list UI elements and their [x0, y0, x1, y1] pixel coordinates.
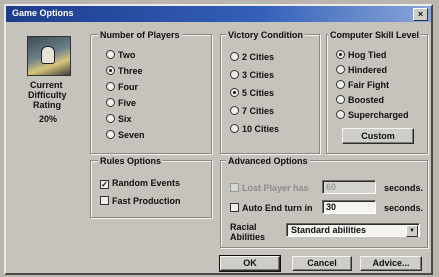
racial-abilities-selected-value: Standard abilities — [291, 225, 367, 235]
radio-indicator — [106, 50, 115, 59]
radio-label: 10 Cities — [242, 124, 280, 134]
radio-label: Hog Tied — [348, 50, 387, 60]
radio-indicator — [230, 106, 239, 115]
radio-indicator — [230, 124, 239, 133]
auto-end-seconds-input[interactable]: 30 — [322, 200, 376, 214]
radio-indicator — [230, 70, 239, 79]
checkbox-box — [230, 183, 239, 192]
radio-indicator — [230, 52, 239, 61]
radio-label: 7 Cities — [242, 106, 275, 116]
radio-players-five[interactable]: Five — [106, 98, 136, 108]
victory-group-label: Victory Condition — [226, 30, 305, 40]
racial-abilities-label-line1: Racial — [230, 222, 257, 232]
radio-players-six[interactable]: Six — [106, 114, 132, 124]
difficulty-portrait-image — [27, 36, 71, 76]
radio-label: Three — [118, 66, 143, 76]
radio-indicator — [336, 50, 345, 59]
radio-indicator — [106, 82, 115, 91]
checkbox-box — [100, 196, 109, 205]
radio-skill-supercharged[interactable]: Supercharged — [336, 110, 409, 120]
difficulty-label-difficulty: Difficulty — [28, 90, 67, 100]
radio-indicator — [336, 80, 345, 89]
auto-end-seconds-label: seconds. — [384, 203, 424, 213]
radio-indicator — [106, 98, 115, 107]
players-group-label: Number of Players — [98, 30, 182, 40]
game-options-dialog: Game Options × Current Difficulty Rating… — [4, 4, 433, 275]
radio-label: 3 Cities — [242, 70, 275, 80]
radio-label: Seven — [118, 130, 145, 140]
radio-label: 2 Cities — [242, 52, 275, 62]
checkbox-label: Lost Player has — [242, 183, 309, 193]
radio-indicator — [336, 65, 345, 74]
radio-label: Six — [118, 114, 132, 124]
radio-indicator — [106, 66, 115, 75]
advanced-group-label: Advanced Options — [226, 156, 310, 166]
radio-players-seven[interactable]: Seven — [106, 130, 145, 140]
radio-label: Supercharged — [348, 110, 409, 120]
lost-player-seconds-input[interactable]: 60 — [322, 180, 376, 194]
rules-group-label: Rules Options — [98, 156, 164, 166]
radio-indicator — [230, 88, 239, 97]
radio-label: Four — [118, 82, 138, 92]
difficulty-label-rating: Rating — [33, 100, 61, 110]
radio-label: Boosted — [348, 95, 384, 105]
radio-indicator — [106, 130, 115, 139]
checkbox-auto-end-turn[interactable]: Auto End turn in — [230, 203, 312, 213]
checkbox-lost-player[interactable]: Lost Player has — [230, 183, 309, 193]
radio-indicator — [106, 114, 115, 123]
radio-skill-hog-tied[interactable]: Hog Tied — [336, 50, 386, 60]
advice-button[interactable]: Advice... — [360, 256, 422, 271]
cancel-button[interactable]: Cancel — [292, 256, 352, 271]
radio-label: Two — [118, 50, 136, 60]
radio-skill-boosted[interactable]: Boosted — [336, 95, 384, 105]
close-button[interactable]: × — [413, 8, 428, 21]
radio-players-four[interactable]: Four — [106, 82, 138, 92]
checkbox-label: Fast Production — [112, 196, 181, 206]
radio-label: Five — [118, 98, 137, 108]
chevron-down-icon[interactable]: ▼ — [406, 225, 418, 237]
radio-label: 5 Cities — [242, 88, 275, 98]
radio-victory-7-cities[interactable]: 7 Cities — [230, 106, 274, 116]
checkbox-check-icon: ✓ — [100, 180, 109, 189]
radio-victory-3-cities[interactable]: 3 Cities — [230, 70, 274, 80]
rules-group — [90, 160, 212, 218]
checkbox-label: Auto End turn in — [242, 203, 313, 213]
checkbox-label: Random Events — [112, 178, 181, 188]
racial-abilities-label-line2: Abilities — [230, 232, 266, 242]
lost-player-seconds-label: seconds. — [384, 183, 424, 193]
custom-button[interactable]: Custom — [342, 128, 414, 144]
radio-label: Fair Fight — [348, 80, 389, 90]
radio-victory-2-cities[interactable]: 2 Cities — [230, 52, 274, 62]
checkbox-random-events[interactable]: ✓ Random Events — [100, 178, 180, 189]
radio-indicator — [336, 110, 345, 119]
title-bar[interactable]: Game Options × — [6, 6, 431, 22]
dialog-title: Game Options — [12, 8, 74, 18]
radio-players-three[interactable]: Three — [106, 66, 143, 76]
difficulty-label-current: Current — [30, 80, 63, 90]
radio-victory-10-cities[interactable]: 10 Cities — [230, 124, 279, 134]
radio-indicator — [336, 95, 345, 104]
ok-button[interactable]: OK — [219, 255, 281, 272]
checkbox-box — [230, 203, 239, 212]
difficulty-value: 20% — [39, 114, 58, 124]
radio-skill-hindered[interactable]: Hindered — [336, 65, 387, 75]
racial-abilities-select[interactable]: Standard abilities ▼ — [286, 223, 420, 237]
radio-skill-fair-fight[interactable]: Fair Fight — [336, 80, 389, 90]
radio-victory-5-cities[interactable]: 5 Cities — [230, 88, 274, 98]
radio-players-two[interactable]: Two — [106, 50, 135, 60]
radio-label: Hindered — [348, 65, 388, 75]
checkbox-fast-production[interactable]: Fast Production — [100, 196, 181, 206]
skill-group-label: Computer Skill Level — [328, 30, 422, 40]
